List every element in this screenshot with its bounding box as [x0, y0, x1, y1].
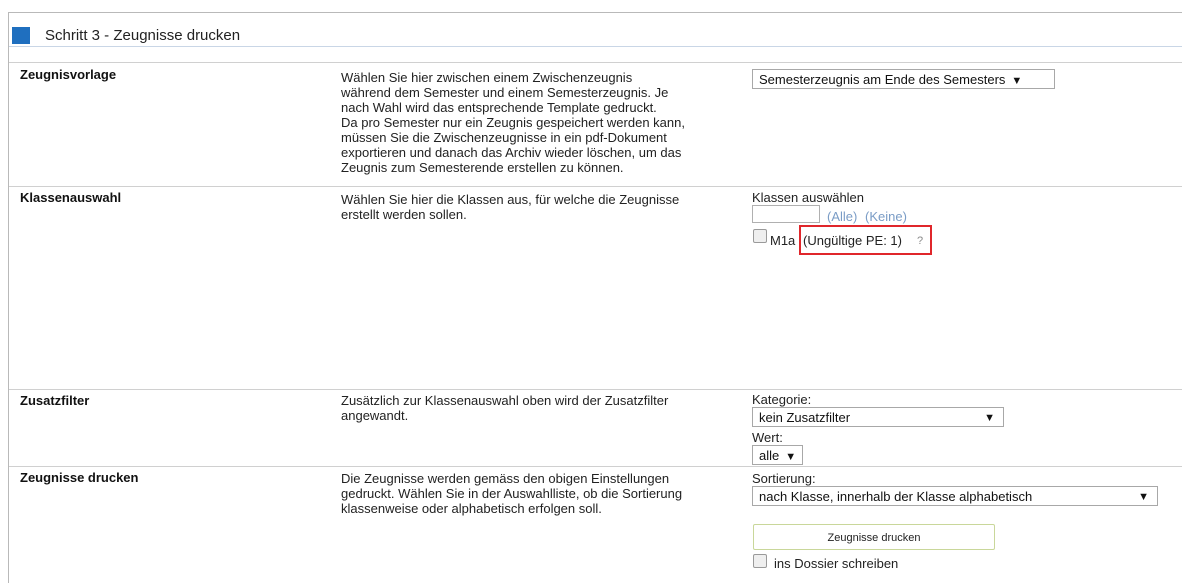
header-accent-block [12, 27, 30, 44]
label-zusatzfilter: Zusatzfilter [20, 393, 90, 408]
chevron-down-icon: ▼ [1138, 491, 1149, 503]
label-klassenauswahl: Klassenauswahl [20, 190, 122, 205]
label-zeugnisvorlage: Zeugnisvorlage [20, 67, 117, 82]
desc-line: klassenweise oder alphabetisch erfolgen … [341, 501, 602, 516]
dossier-label: ins Dossier schreiben [774, 556, 899, 571]
row-divider [9, 186, 1182, 187]
desc-line: Wählen Sie hier die Klassen aus, für wel… [341, 192, 680, 207]
select-none-link[interactable]: (Keine) [865, 209, 907, 224]
desc-line: Zeugnis zum Semesterende erstellen zu kö… [341, 160, 624, 175]
wert-label: Wert: [752, 430, 783, 445]
kategorie-label: Kategorie: [752, 392, 812, 407]
row-divider [9, 389, 1182, 390]
chevron-down-icon: ▼ [984, 412, 995, 424]
desc-line: gedruckt. Wählen Sie in der Auswahlliste… [341, 486, 683, 501]
sortierung-select-value: nach Klasse, innerhalb der Klasse alphab… [759, 489, 1033, 504]
class-checkbox[interactable] [753, 229, 767, 243]
desc-line: Die Zeugnisse werden gemäss den obigen E… [341, 471, 670, 486]
step-title: Schritt 3 - Zeugnisse drucken [45, 27, 241, 44]
step-header: Schritt 3 - Zeugnisse drucken [9, 24, 1182, 47]
description-klassenauswahl: Wählen Sie hier die Klassen aus, für wel… [341, 192, 727, 222]
desc-line: während dem Semester und einem Semesterz… [341, 85, 669, 100]
row-divider [9, 466, 1182, 467]
desc-line: Wählen Sie hier zwischen einem Zwischenz… [341, 70, 633, 85]
kategorie-select[interactable]: kein Zusatzfilter ▼ [752, 407, 1004, 427]
chevron-down-icon: ▼ [1011, 75, 1023, 87]
kategorie-select-value: kein Zusatzfilter [759, 410, 851, 425]
desc-line: angewandt. [341, 408, 409, 423]
select-all-link[interactable]: (Alle) [827, 209, 857, 224]
desc-line: nach Wahl wird das entsprechende Templat… [341, 100, 657, 115]
dossier-checkbox[interactable] [753, 554, 767, 568]
desc-line: Da pro Semester nur ein Zeugnis gespeich… [341, 115, 685, 130]
desc-line: Zusätzlich zur Klassenauswahl oben wird … [341, 393, 669, 408]
sortierung-select[interactable]: nach Klasse, innerhalb der Klasse alphab… [752, 486, 1158, 506]
klassen-filter-input[interactable] [752, 205, 820, 223]
zeugnisvorlage-select-value: Semesterzeugnis am Ende des Semesters [759, 72, 1006, 87]
klassen-heading: Klassen auswählen [752, 190, 865, 205]
class-name: M1a [770, 233, 796, 248]
print-certificates-button[interactable]: Zeugnisse drucken [753, 524, 995, 550]
description-zeugnisse-drucken: Die Zeugnisse werden gemäss den obigen E… [341, 471, 727, 516]
sortierung-label: Sortierung: [752, 471, 816, 486]
description-zeugnisvorlage: Wählen Sie hier zwischen einem Zwischenz… [341, 70, 727, 175]
zeugnisvorlage-select[interactable]: Semesterzeugnis am Ende des Semesters ▼ [752, 69, 1055, 89]
desc-line: müssen Sie die Zwischenzeugnisse in ein … [341, 130, 667, 145]
wert-select[interactable]: alle ▼ [752, 445, 803, 465]
description-zusatzfilter: Zusätzlich zur Klassenauswahl oben wird … [341, 393, 727, 423]
row-divider [9, 62, 1182, 63]
desc-line: erstellt werden sollen. [341, 207, 467, 222]
highlight-box [799, 225, 932, 255]
desc-line: exportieren und danach das Archiv wieder… [341, 145, 682, 160]
chevron-down-icon: ▼ [785, 451, 797, 463]
label-zeugnisse-drucken: Zeugnisse drucken [20, 470, 139, 485]
wert-select-value: alle [759, 448, 780, 463]
